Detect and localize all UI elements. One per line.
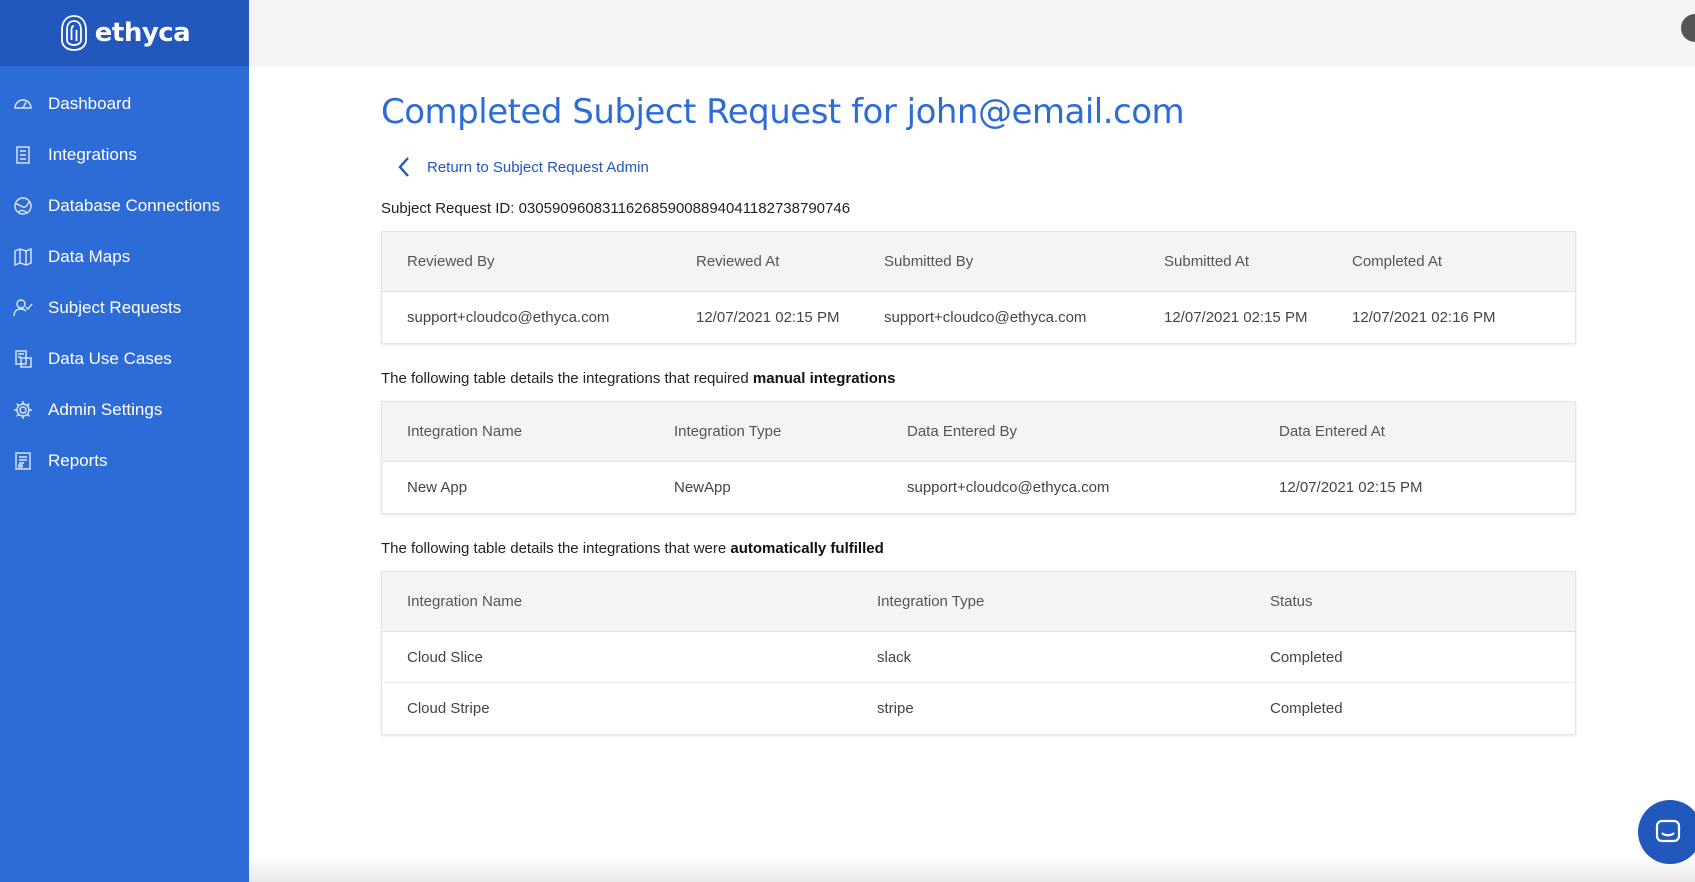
chat-bubble-icon bbox=[1655, 819, 1681, 843]
column-header: Integration Name bbox=[407, 593, 523, 610]
request-id-label: Subject Request ID: bbox=[381, 200, 515, 217]
status-cell: Completed bbox=[1270, 700, 1343, 717]
sidebar-item-data-maps[interactable]: Data Maps bbox=[0, 231, 249, 282]
table-cell: support+cloudco@ethyca.com bbox=[407, 309, 610, 326]
column-header: Status bbox=[1270, 593, 1313, 610]
sidebar-header: ethyca bbox=[0, 0, 249, 66]
account-menu-icon[interactable] bbox=[1681, 14, 1695, 42]
sidebar-item-label: Dashboard bbox=[48, 93, 132, 113]
table-cell: Cloud Stripe bbox=[407, 700, 490, 717]
column-header: Reviewed By bbox=[407, 253, 495, 270]
table-cell: slack bbox=[877, 648, 912, 666]
table-cell: support+cloudco@ethyca.com bbox=[884, 309, 1087, 326]
table-cell: Cloud Slice bbox=[407, 648, 483, 666]
table-cell: 12/07/2021 02:15 PM bbox=[696, 309, 840, 326]
sidebar-item-subject-requests[interactable]: Subject Requests bbox=[0, 282, 249, 333]
main-content: Completed Subject Request for john@email… bbox=[381, 66, 1576, 735]
table-cell: New App bbox=[407, 479, 468, 496]
sidebar-item-admin-settings[interactable]: Admin Settings bbox=[0, 384, 249, 435]
table-header-row: Reviewed By Reviewed At Submitted By Sub… bbox=[382, 232, 1575, 292]
sidebar-item-integrations[interactable]: Integrations bbox=[0, 129, 249, 180]
sidebar-item-label: Data Maps bbox=[48, 246, 131, 266]
sidebar-item-label: Integrations bbox=[48, 144, 137, 164]
table-cell: 12/07/2021 02:16 PM bbox=[1352, 309, 1496, 326]
sidebar-nav: Dashboard Integrations Database Connecti… bbox=[0, 78, 249, 486]
column-header: Reviewed At bbox=[696, 253, 780, 270]
sidebar-item-label: Subject Requests bbox=[48, 297, 182, 317]
table-cell: support+cloudco@ethyca.com bbox=[907, 479, 1110, 496]
user-check-icon bbox=[12, 297, 34, 319]
table-row: Cloud Slice slack Completed bbox=[382, 632, 1575, 683]
bottom-shade bbox=[249, 856, 1695, 882]
section-text: The following table details the integrat… bbox=[381, 540, 727, 557]
auto-fulfilled-description: The following table details the integrat… bbox=[381, 540, 1576, 557]
brand-name: ethyca bbox=[94, 18, 191, 48]
section-text-bold: automatically fulfilled bbox=[730, 540, 884, 557]
table-cell: NewApp bbox=[674, 479, 731, 496]
sidebar-item-database-connections[interactable]: Database Connections bbox=[0, 180, 249, 231]
top-bar bbox=[249, 0, 1695, 66]
column-header: Integration Name bbox=[407, 423, 523, 440]
request-id-value: 0305909608311626859008894041182738790746 bbox=[518, 200, 851, 217]
column-header: Data Entered At bbox=[1279, 423, 1385, 440]
database-globe-icon bbox=[12, 195, 34, 217]
manual-integrations-table: Integration Name Integration Type Data E… bbox=[381, 401, 1576, 514]
column-header: Completed At bbox=[1352, 253, 1443, 270]
use-cases-icon bbox=[12, 348, 34, 370]
column-header: Submitted By bbox=[884, 253, 974, 270]
fingerprint-logo-icon bbox=[60, 15, 87, 51]
sidebar-item-reports[interactable]: Reports bbox=[0, 435, 249, 486]
manual-integrations-description: The following table details the integrat… bbox=[381, 370, 1576, 387]
column-header: Submitted At bbox=[1164, 253, 1250, 270]
sidebar: ethyca Dashboard Integrations Database C… bbox=[0, 0, 249, 882]
integrations-doc-icon bbox=[12, 144, 34, 166]
sidebar-item-label: Data Use Cases bbox=[48, 348, 172, 368]
data-map-icon bbox=[12, 246, 34, 268]
gear-icon bbox=[12, 399, 34, 421]
table-header-row: Integration Name Integration Type Data E… bbox=[382, 402, 1575, 462]
auto-fulfilled-table: Integration Name Integration Type Status… bbox=[381, 571, 1576, 735]
table-cell: 12/07/2021 02:15 PM bbox=[1164, 309, 1308, 326]
sidebar-item-label: Database Connections bbox=[48, 195, 221, 215]
sidebar-item-dashboard[interactable]: Dashboard bbox=[0, 78, 249, 129]
column-header: Data Entered By bbox=[907, 423, 1018, 440]
table-row: support+cloudco@ethyca.com 12/07/2021 02… bbox=[382, 292, 1575, 343]
status-cell: Completed bbox=[1270, 648, 1343, 666]
dashboard-gauge-icon bbox=[12, 93, 34, 115]
column-header: Integration Type bbox=[877, 593, 985, 610]
subject-request-id: Subject Request ID: 03059096083116268590… bbox=[381, 200, 1576, 217]
page-title: Completed Subject Request for john@email… bbox=[381, 92, 1185, 132]
table-row: New App NewApp support+cloudco@ethyca.co… bbox=[382, 462, 1575, 513]
table-cell: stripe bbox=[877, 700, 914, 717]
sidebar-item-label: Reports bbox=[48, 450, 108, 470]
ethyca-logo[interactable]: ethyca bbox=[59, 13, 191, 53]
table-header-row: Integration Name Integration Type Status bbox=[382, 572, 1575, 632]
chevron-left-icon bbox=[398, 157, 409, 177]
chat-widget-button[interactable] bbox=[1638, 800, 1695, 864]
sidebar-item-label: Admin Settings bbox=[48, 399, 163, 419]
section-text-bold: manual integrations bbox=[752, 370, 896, 387]
review-table: Reviewed By Reviewed At Submitted By Sub… bbox=[381, 231, 1576, 344]
back-link-label: Return to Subject Request Admin bbox=[427, 158, 649, 176]
report-icon bbox=[12, 450, 34, 472]
return-to-admin-link[interactable]: Return to Subject Request Admin bbox=[397, 156, 1576, 178]
section-text: The following table details the integrat… bbox=[381, 370, 749, 387]
column-header: Integration Type bbox=[674, 423, 782, 440]
table-row: Cloud Stripe stripe Completed bbox=[382, 683, 1575, 734]
sidebar-item-data-use-cases[interactable]: Data Use Cases bbox=[0, 333, 249, 384]
table-cell: 12/07/2021 02:15 PM bbox=[1279, 479, 1423, 496]
